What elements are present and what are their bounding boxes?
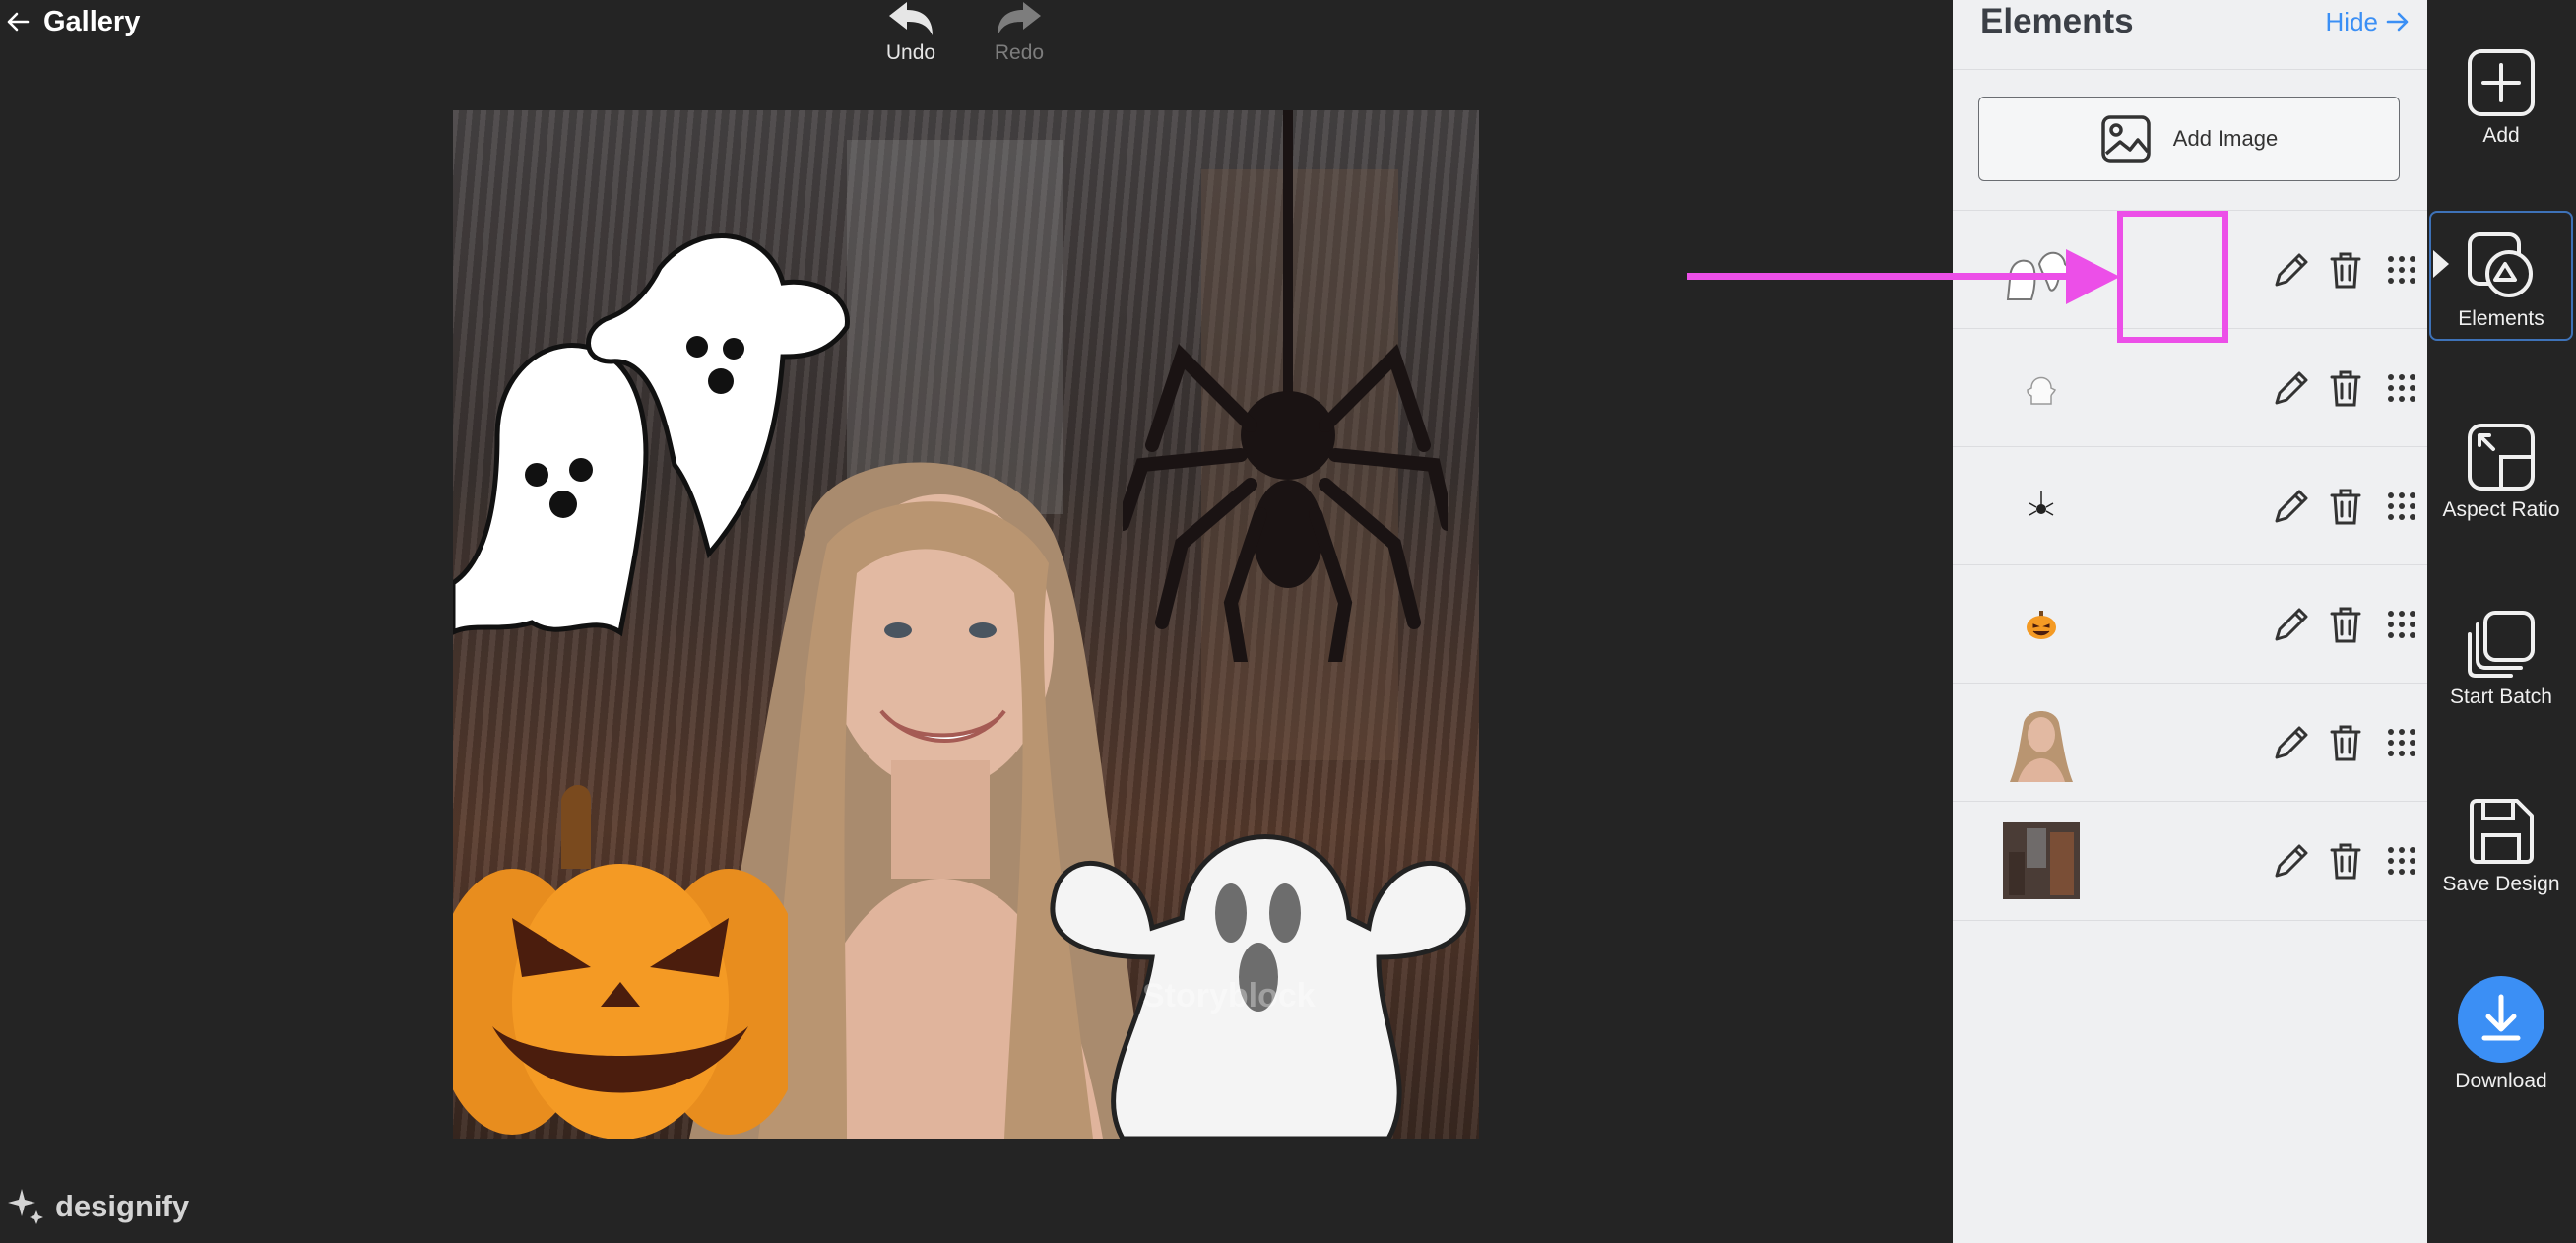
edit-layer-button[interactable] xyxy=(2268,364,2315,412)
delete-layer-button[interactable] xyxy=(2322,837,2369,884)
drag-handle[interactable] xyxy=(2378,719,2425,766)
add-image-button[interactable]: Add Image xyxy=(1978,97,2400,181)
portrait-thumbnail xyxy=(2002,703,2081,782)
ghost-sticker[interactable] xyxy=(1044,800,1479,1139)
hide-label: Hide xyxy=(2325,6,2378,36)
trash-icon xyxy=(2330,252,2361,289)
grip-icon xyxy=(2388,374,2415,402)
elements-tool-button[interactable]: Elements xyxy=(2429,211,2573,341)
trash-icon xyxy=(2330,489,2361,525)
trash-icon xyxy=(2330,843,2361,880)
drag-handle[interactable] xyxy=(2378,601,2425,648)
back-to-gallery[interactable]: Gallery xyxy=(6,0,140,43)
image-icon xyxy=(2101,115,2151,163)
delete-layer-button[interactable] xyxy=(2322,246,2369,294)
undo-icon xyxy=(889,2,933,35)
annotation-highlight-box xyxy=(2117,211,2228,343)
drag-handle[interactable] xyxy=(2378,483,2425,530)
drag-handle[interactable] xyxy=(2378,837,2425,884)
download-button[interactable]: Download xyxy=(2429,975,2573,1093)
arrow-right-icon xyxy=(2386,12,2409,32)
add-tool-label: Add xyxy=(2482,124,2520,147)
trash-icon xyxy=(2330,607,2361,643)
delete-layer-button[interactable] xyxy=(2322,601,2369,648)
layer-row[interactable] xyxy=(1953,801,2427,921)
grip-icon xyxy=(2388,256,2415,284)
edit-layer-button[interactable] xyxy=(2268,719,2315,766)
download-label: Download xyxy=(2455,1070,2547,1092)
panel-divider xyxy=(1953,69,2427,70)
start-batch-tool-button[interactable]: Start Batch xyxy=(2429,609,2573,709)
save-design-label: Save Design xyxy=(2442,873,2560,895)
gallery-label: Gallery xyxy=(43,5,141,37)
save-design-tool-button[interactable]: Save Design xyxy=(2429,796,2573,896)
elements-tool-label: Elements xyxy=(2458,307,2544,330)
aspect-ratio-icon xyxy=(2468,424,2535,491)
background-thumbnail xyxy=(2002,821,2081,900)
layer-row[interactable] xyxy=(1953,564,2427,684)
edit-layer-button[interactable] xyxy=(2268,601,2315,648)
stack-icon xyxy=(2468,611,2535,678)
pencil-icon xyxy=(2275,844,2308,878)
grip-icon xyxy=(2388,729,2415,756)
redo-label: Redo xyxy=(994,41,1045,64)
layer-row[interactable] xyxy=(1953,446,2427,565)
pencil-icon xyxy=(2275,371,2308,405)
redo-button[interactable]: Redo xyxy=(965,0,1073,65)
plus-square-icon xyxy=(2468,49,2535,116)
undo-label: Undo xyxy=(885,41,936,64)
layer-row[interactable] xyxy=(1953,683,2427,802)
layer-row[interactable] xyxy=(1953,328,2427,447)
edit-layer-button[interactable] xyxy=(2268,837,2315,884)
delete-layer-button[interactable] xyxy=(2322,483,2369,530)
aspect-ratio-label: Aspect Ratio xyxy=(2442,498,2560,521)
floppy-disk-icon xyxy=(2470,799,2534,864)
aspect-ratio-tool-button[interactable]: Aspect Ratio xyxy=(2429,422,2573,522)
add-tool-button[interactable]: Add xyxy=(2429,47,2573,148)
brand-name: designify xyxy=(55,1189,190,1223)
edit-layer-button[interactable] xyxy=(2268,246,2315,294)
pumpkin-thumbnail xyxy=(2002,585,2081,664)
pencil-icon xyxy=(2275,608,2308,641)
download-icon xyxy=(2458,976,2544,1063)
delete-layer-button[interactable] xyxy=(2322,364,2369,412)
sparkle-icon xyxy=(8,1189,43,1224)
annotation-arrow xyxy=(1687,273,2100,280)
pencil-icon xyxy=(2275,726,2308,759)
pumpkin-sticker[interactable] xyxy=(453,780,788,1139)
drag-handle[interactable] xyxy=(2378,364,2425,412)
hide-panel-button[interactable]: Hide xyxy=(2326,0,2410,43)
brand-logo: designify xyxy=(6,1187,189,1226)
design-canvas[interactable]: Storyblock xyxy=(453,110,1479,1139)
pencil-icon xyxy=(2275,490,2308,523)
spider-thumbnail xyxy=(2002,467,2081,546)
right-toolbar: Add Elements Aspect Ratio Start Batch Sa… xyxy=(2427,0,2576,1243)
spider-sticker[interactable] xyxy=(1123,110,1448,662)
grip-icon xyxy=(2388,492,2415,520)
grip-icon xyxy=(2388,847,2415,875)
edit-layer-button[interactable] xyxy=(2268,483,2315,530)
grip-icon xyxy=(2388,611,2415,638)
redo-icon xyxy=(998,2,1041,35)
shapes-icon xyxy=(2468,232,2533,297)
add-image-label: Add Image xyxy=(2172,126,2279,151)
arrow-left-icon xyxy=(7,12,30,32)
ghost-thumbnail xyxy=(2002,349,2081,427)
delete-layer-button[interactable] xyxy=(2322,719,2369,766)
trash-icon xyxy=(2330,725,2361,761)
pencil-icon xyxy=(2275,253,2308,287)
stock-watermark: Storyblock xyxy=(1142,977,1316,1014)
active-indicator xyxy=(2433,250,2449,278)
annotation-arrowhead xyxy=(2066,249,2120,304)
panel-title: Elements xyxy=(1980,2,2134,40)
trash-icon xyxy=(2330,370,2361,407)
undo-button[interactable]: Undo xyxy=(857,0,965,65)
elements-panel: Elements Hide Add Image xyxy=(1953,0,2427,1243)
start-batch-label: Start Batch xyxy=(2450,686,2552,708)
drag-handle[interactable] xyxy=(2378,246,2425,294)
